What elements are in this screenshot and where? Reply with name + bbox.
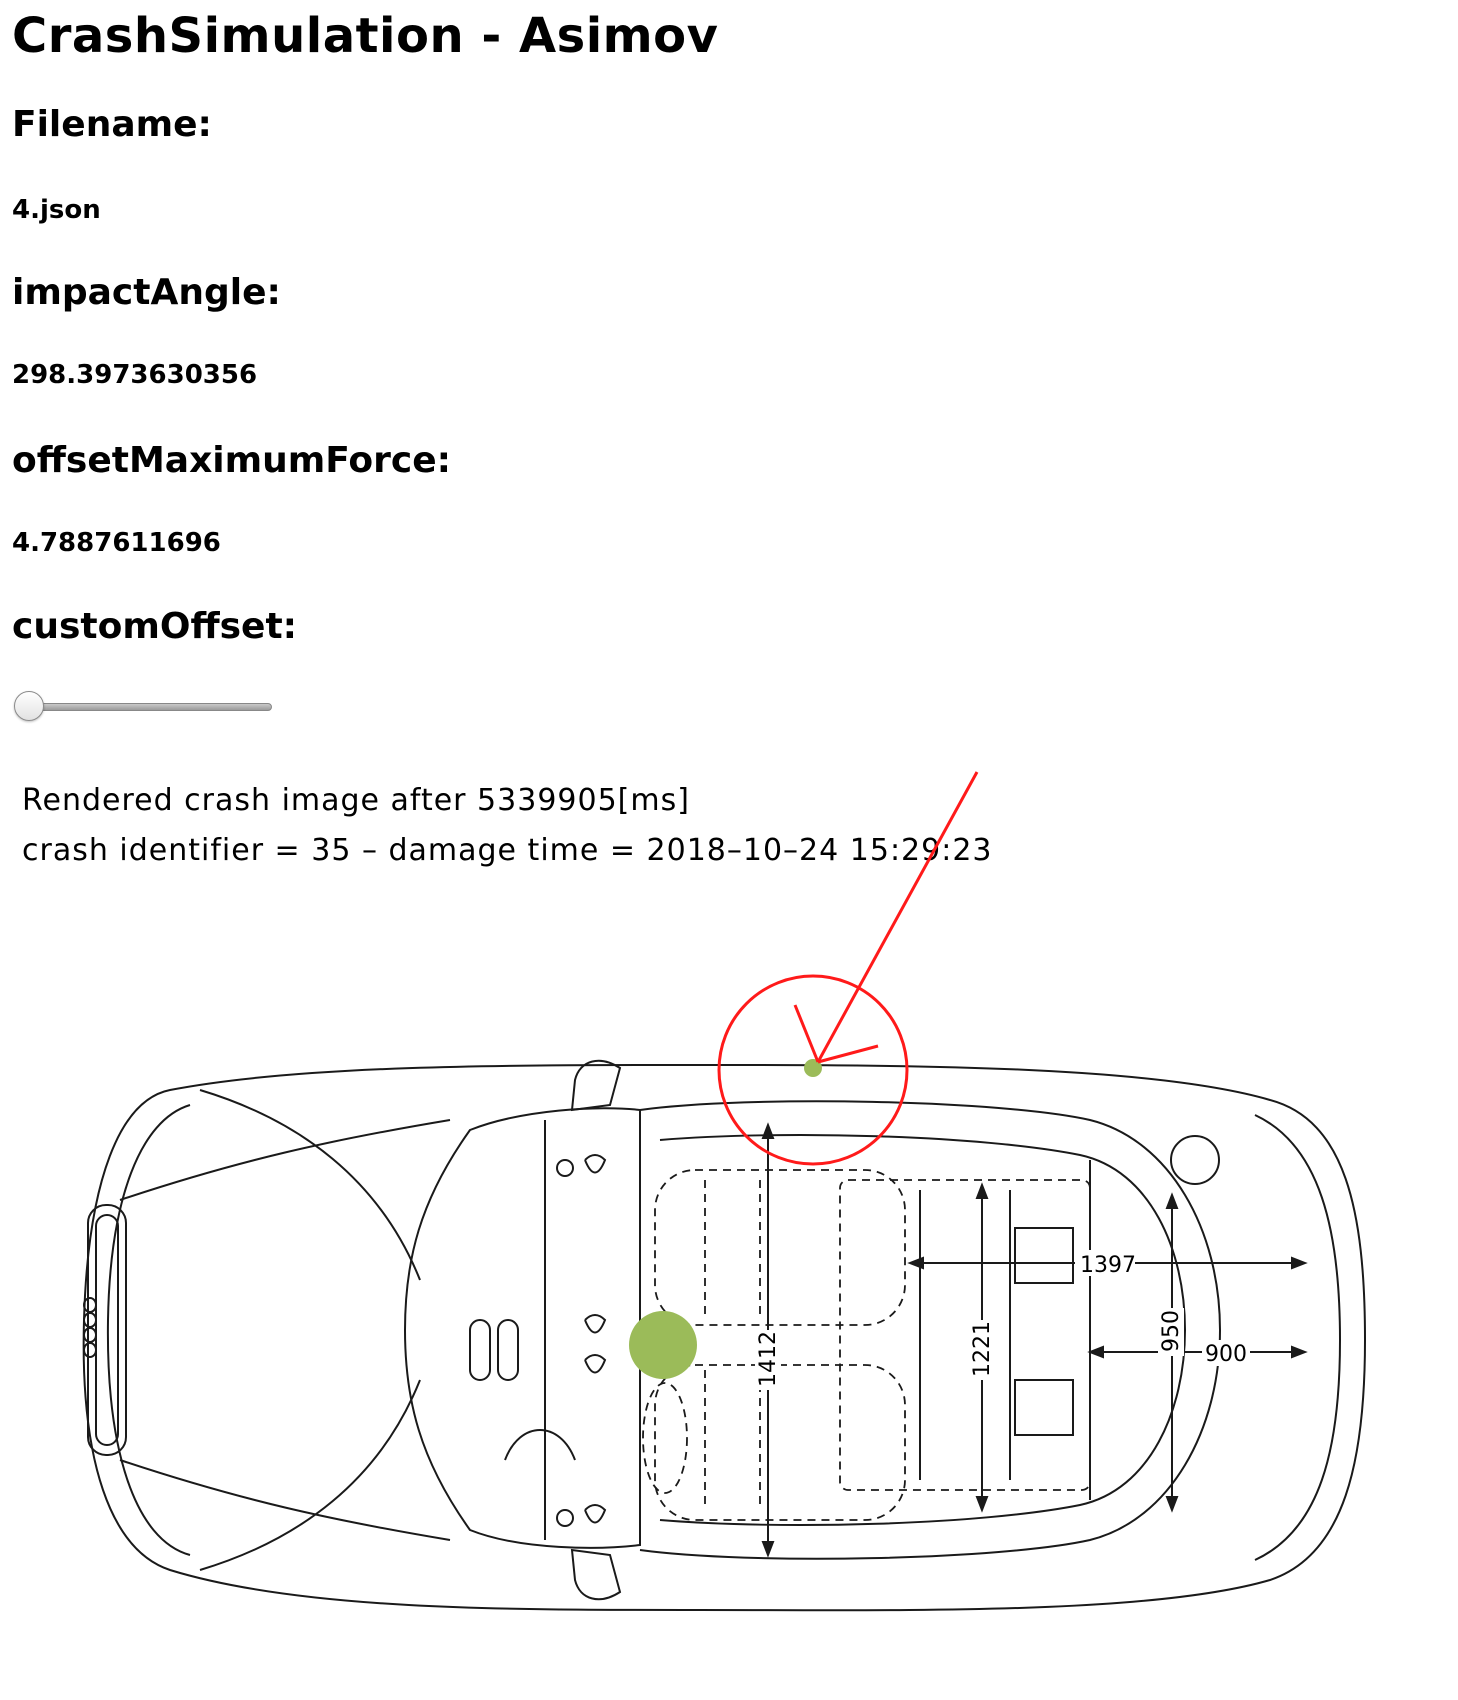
custom-offset-slider[interactable] (14, 688, 272, 722)
dimension-900: 900 (1205, 1342, 1247, 1367)
impact-center-marker (629, 1311, 697, 1379)
dimension-1412: 1412 (756, 1331, 781, 1387)
filename-label: Filename: (12, 104, 212, 145)
dimension-1221: 1221 (970, 1321, 995, 1377)
impact-angle-label: impactAngle: (12, 272, 281, 313)
crash-caption-line1: Rendered crash image after 5339905[ms] (22, 783, 690, 818)
slider-track[interactable] (22, 703, 272, 711)
filename-value: 4.json (12, 195, 101, 225)
offset-maximum-force-label: offsetMaximumForce: (12, 440, 452, 481)
crash-image: Rendered crash image after 5339905[ms] c… (0, 760, 1458, 1700)
slider-thumb[interactable] (14, 691, 44, 721)
dimension-1397: 1397 (1080, 1253, 1136, 1278)
page-title: CrashSimulation - Asimov (12, 8, 719, 64)
custom-offset-label: customOffset: (12, 606, 298, 647)
dimension-950: 950 (1159, 1310, 1184, 1352)
crash-simulation-page: CrashSimulation - Asimov Filename: 4.jso… (0, 0, 1458, 1700)
offset-maximum-force-value: 4.7887611696 (12, 528, 221, 558)
crash-caption-line2: crash identifier = 35 – damage time = 20… (22, 833, 993, 868)
impact-angle-value: 298.3973630356 (12, 360, 258, 390)
